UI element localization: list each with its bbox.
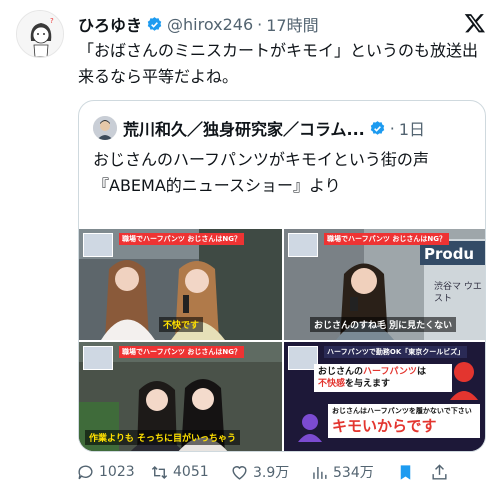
caption2-line1: おじさんはハーフパンツを履かないで下さい <box>332 407 472 415</box>
subtitle-caption: 作業よりも そっちに目がいっちゃう <box>85 430 240 445</box>
author-name[interactable]: ひろゆき <box>78 12 142 36</box>
views-button[interactable]: 534万 <box>310 462 396 482</box>
media-image-3[interactable]: 職場でハーフパンツ おじさんはNG？ 作業よりも そっちに目がいっちゃう <box>79 342 282 451</box>
caption2-big: キモいからです <box>332 417 437 435</box>
retweet-count: 4051 <box>173 464 209 480</box>
views-chart-icon <box>313 466 327 479</box>
media-image-4[interactable]: ハーフパンツで勤務OK「東京クールビズ」 おじさんのハーフパンツは 不快感を与え… <box>284 342 485 451</box>
like-count: 3.9万 <box>253 465 290 481</box>
quoted-time-separator: · <box>389 118 395 138</box>
caption-box-2: おじさんはハーフパンツを履かないで下さい キモいからです <box>328 404 480 438</box>
caption1-highlight: ハーフパンツ <box>363 367 417 377</box>
share-icon <box>432 463 447 480</box>
quoted-tweet-text: おじさんのハーフパンツがキモイという街の声 『ABEMA的ニュースショー』より <box>93 147 471 199</box>
retweet-button[interactable]: 4051 <box>150 463 230 482</box>
caption1-post: は <box>416 367 426 377</box>
view-count: 534万 <box>333 465 374 481</box>
tweet-text: 「おばさんのミニスカートがキモイ」というのも放送出来るなら平等だよね。 <box>78 41 479 86</box>
reply-button[interactable]: 1023 <box>76 463 150 482</box>
program-topic-chip: 職場でハーフパンツ おじさんはNG？ <box>119 346 244 358</box>
quoted-author-avatar[interactable] <box>93 116 117 140</box>
verified-badge-icon <box>146 16 163 33</box>
tweet-time[interactable]: 17時間 <box>266 12 318 36</box>
caption1-pre: おじさんの <box>318 367 364 377</box>
x-logo-icon[interactable] <box>464 12 486 34</box>
subtitle-caption: 不快です <box>159 317 204 332</box>
background-sign-text: Produ <box>424 245 475 263</box>
media-image-2[interactable]: 職場でハーフパンツ おじさんはNG？ Produ 渋谷マ ウエスト おじさんのす… <box>284 229 485 340</box>
quoted-verified-badge-icon <box>369 120 386 137</box>
caption-box-1: おじさんのハーフパンツは 不快感を与えます <box>314 364 452 392</box>
program-topic-chip: 職場でハーフパンツ おじさんはNG？ <box>119 233 244 245</box>
quoted-tweet[interactable]: 荒川和久／独身研究家／コラム... · 1日 おじさんのハーフパンツがキモイとい… <box>78 100 486 452</box>
tweet-actions: 1023 4051 3.9万 534万 <box>76 462 484 482</box>
studio-inset-image <box>288 233 318 257</box>
author-avatar[interactable]: ? <box>16 10 64 58</box>
subtitle-text: おじさんのすね毛 別に見たくない <box>314 321 453 331</box>
time-separator: · <box>257 14 263 34</box>
reply-icon <box>78 464 93 479</box>
bookmark-icon <box>400 464 411 480</box>
reply-count: 1023 <box>99 464 135 480</box>
bookmark-button[interactable] <box>396 463 430 482</box>
caption1-post-2: を与えます <box>345 379 391 389</box>
subtitle-text: 作業よりも そっちに目がいっちゃう <box>89 434 236 444</box>
subtitle-text: 不快です <box>163 321 200 331</box>
background-sign-subtext: 渋谷マ ウエスト <box>434 282 482 304</box>
program-topic-chip: ハーフパンツで勤務OK「東京クールビズ」 <box>324 346 468 358</box>
media-grid: 職場でハーフパンツ おじさんはNG？ 不快です 職場でハーフパンツ おじさんはN… <box>79 229 485 451</box>
tweet-header: ひろゆき @hirox246 · 17時間 <box>78 11 484 37</box>
avatar-illustration-icon: ? <box>17 11 63 57</box>
quoted-tweet-header: 荒川和久／独身研究家／コラム... · 1日 <box>93 115 473 141</box>
quoted-tweet-time[interactable]: 1日 <box>399 116 425 140</box>
heart-icon <box>232 465 247 480</box>
quoted-text-line2: 『ABEMA的ニュースショー』より <box>93 176 341 195</box>
retweet-icon <box>151 465 168 479</box>
media-image-1[interactable]: 職場でハーフパンツ おじさんはNG？ 不快です <box>79 229 282 340</box>
share-button[interactable] <box>430 463 449 482</box>
studio-inset-image <box>83 233 113 257</box>
author-handle[interactable]: @hirox246 <box>167 15 253 34</box>
subtitle-caption: おじさんのすね毛 別に見たくない <box>310 317 457 332</box>
caption1-highlight-2: 不快感 <box>318 379 346 389</box>
program-topic-chip: 職場でハーフパンツ おじさんはNG？ <box>324 233 449 245</box>
quoted-author-name[interactable]: 荒川和久／独身研究家／コラム... <box>123 116 365 140</box>
like-button[interactable]: 3.9万 <box>230 462 310 482</box>
quoted-text-line1: おじさんのハーフパンツがキモイという街の声 <box>93 150 429 169</box>
studio-inset-image <box>83 346 113 370</box>
svg-text:?: ? <box>50 17 54 25</box>
